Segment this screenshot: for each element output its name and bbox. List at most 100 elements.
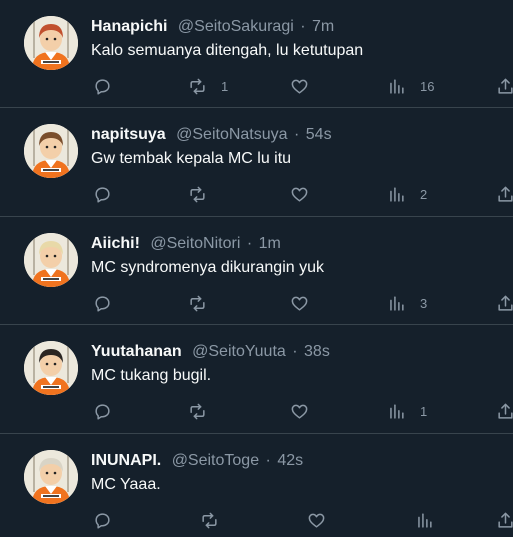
retweet-button[interactable] xyxy=(200,510,219,530)
views-icon xyxy=(390,403,404,419)
retweet-icon xyxy=(202,512,217,528)
tweet-text: MC Yaaa. xyxy=(91,476,161,493)
avatar-image xyxy=(24,233,78,287)
like-button[interactable] xyxy=(290,401,309,421)
reply-button[interactable] xyxy=(93,401,112,421)
tweet[interactable]: Hanapichi @SeitoSakuragi · 7m Kalo semua… xyxy=(0,0,513,108)
action-bar xyxy=(0,510,513,532)
separator-dot: · xyxy=(265,452,271,469)
tweet[interactable]: Aiichi! @SeitoNitori · 1m MC syndromenya… xyxy=(0,217,513,325)
like-button[interactable] xyxy=(307,510,326,530)
avatar[interactable] xyxy=(24,16,78,70)
avatar-image xyxy=(24,450,78,504)
share-button[interactable] xyxy=(496,76,513,96)
action-bar: 3 xyxy=(0,293,513,315)
tweet[interactable]: napitsuya @SeitoNatsuya · 54s Gw tembak … xyxy=(0,108,513,217)
retweet-icon xyxy=(190,403,205,419)
reply-button[interactable] xyxy=(93,184,112,204)
like-icon xyxy=(308,513,325,528)
user-handle[interactable]: @SeitoNitori xyxy=(150,235,240,252)
display-name[interactable]: napitsuya xyxy=(91,126,166,143)
views-button[interactable] xyxy=(415,510,434,530)
views-button[interactable]: 2 xyxy=(387,184,427,204)
tweet-header: INUNAPI. @SeitoToge · 42s xyxy=(91,451,303,471)
display-name[interactable]: Yuutahanan xyxy=(91,343,182,360)
like-button[interactable] xyxy=(290,184,309,204)
views-button[interactable]: 16 xyxy=(387,76,434,96)
user-handle[interactable]: @SeitoToge xyxy=(172,452,259,469)
timestamp[interactable]: 54s xyxy=(306,126,332,143)
user-handle[interactable]: @SeitoSakuragi xyxy=(178,18,294,35)
avatar[interactable] xyxy=(24,341,78,395)
tweet-text: Gw tembak kepala MC lu itu xyxy=(91,150,292,167)
user-handle[interactable]: @SeitoYuuta xyxy=(192,343,286,360)
tweet-text: MC tukang bugil. xyxy=(91,367,212,384)
avatar-image xyxy=(24,16,78,70)
tweet-header: Aiichi! @SeitoNitori · 1m xyxy=(91,234,281,254)
display-name[interactable]: Aiichi! xyxy=(91,235,140,252)
views-icon xyxy=(390,295,404,311)
retweet-button[interactable] xyxy=(188,401,207,421)
views-icon xyxy=(390,186,404,202)
display-name[interactable]: Hanapichi xyxy=(91,18,167,35)
retweet-button[interactable]: 1 xyxy=(188,76,228,96)
retweet-icon xyxy=(190,78,205,94)
separator-dot: · xyxy=(292,343,298,360)
separator-dot: · xyxy=(294,126,300,143)
like-icon xyxy=(291,79,308,94)
avatar[interactable] xyxy=(24,233,78,287)
reply-button[interactable] xyxy=(93,293,112,313)
timestamp[interactable]: 7m xyxy=(312,18,334,35)
timestamp[interactable]: 38s xyxy=(304,343,330,360)
tweet[interactable]: INUNAPI. @SeitoToge · 42s MC Yaaa. xyxy=(0,434,513,537)
retweet-button[interactable] xyxy=(188,184,207,204)
like-icon xyxy=(291,187,308,202)
tweet[interactable]: Yuutahanan @SeitoYuuta · 38s MC tukang b… xyxy=(0,325,513,434)
timestamp[interactable]: 42s xyxy=(277,452,303,469)
retweet-icon xyxy=(190,295,205,311)
tweet-text: MC syndromenya dikurangin yuk xyxy=(91,259,324,276)
like-button[interactable] xyxy=(290,76,309,96)
action-bar: 2 xyxy=(0,184,513,206)
share-button[interactable] xyxy=(496,293,513,313)
separator-dot: · xyxy=(246,235,253,252)
tweet-text: Kalo semuanya ditengah, lu ketutupan xyxy=(91,42,364,59)
retweet-count: 1 xyxy=(221,78,229,94)
avatar[interactable] xyxy=(24,124,78,178)
reply-icon xyxy=(95,186,110,203)
share-icon xyxy=(498,295,513,311)
share-icon xyxy=(498,186,513,202)
views-icon xyxy=(418,512,432,528)
avatar-image xyxy=(24,124,78,178)
share-button[interactable] xyxy=(496,510,513,530)
action-bar: 1 16 xyxy=(0,76,513,98)
views-count: 3 xyxy=(420,295,428,311)
share-button[interactable] xyxy=(496,184,513,204)
separator-dot: · xyxy=(300,18,306,35)
avatar-image xyxy=(24,341,78,395)
action-bar: 1 xyxy=(0,401,513,423)
tweet-header: Yuutahanan @SeitoYuuta · 38s xyxy=(91,342,330,362)
views-count: 16 xyxy=(420,78,435,94)
share-icon xyxy=(498,512,513,528)
retweet-button[interactable] xyxy=(188,293,207,313)
avatar[interactable] xyxy=(24,450,78,504)
tweet-header: napitsuya @SeitoNatsuya · 54s xyxy=(91,125,332,145)
user-handle[interactable]: @SeitoNatsuya xyxy=(176,126,287,143)
views-icon xyxy=(390,78,404,94)
like-button[interactable] xyxy=(290,293,309,313)
timeline-feed: Hanapichi @SeitoSakuragi · 7m Kalo semua… xyxy=(0,0,513,537)
share-button[interactable] xyxy=(496,401,513,421)
timestamp[interactable]: 1m xyxy=(259,235,281,252)
retweet-icon xyxy=(190,186,205,202)
reply-icon xyxy=(95,295,110,312)
views-count: 2 xyxy=(420,186,428,202)
reply-icon xyxy=(95,403,110,420)
views-button[interactable]: 3 xyxy=(387,293,427,313)
views-button[interactable]: 1 xyxy=(387,401,427,421)
views-count: 1 xyxy=(420,403,428,419)
reply-button[interactable] xyxy=(93,510,112,530)
reply-button[interactable] xyxy=(93,76,112,96)
display-name[interactable]: INUNAPI. xyxy=(91,452,161,469)
like-icon xyxy=(291,404,308,419)
